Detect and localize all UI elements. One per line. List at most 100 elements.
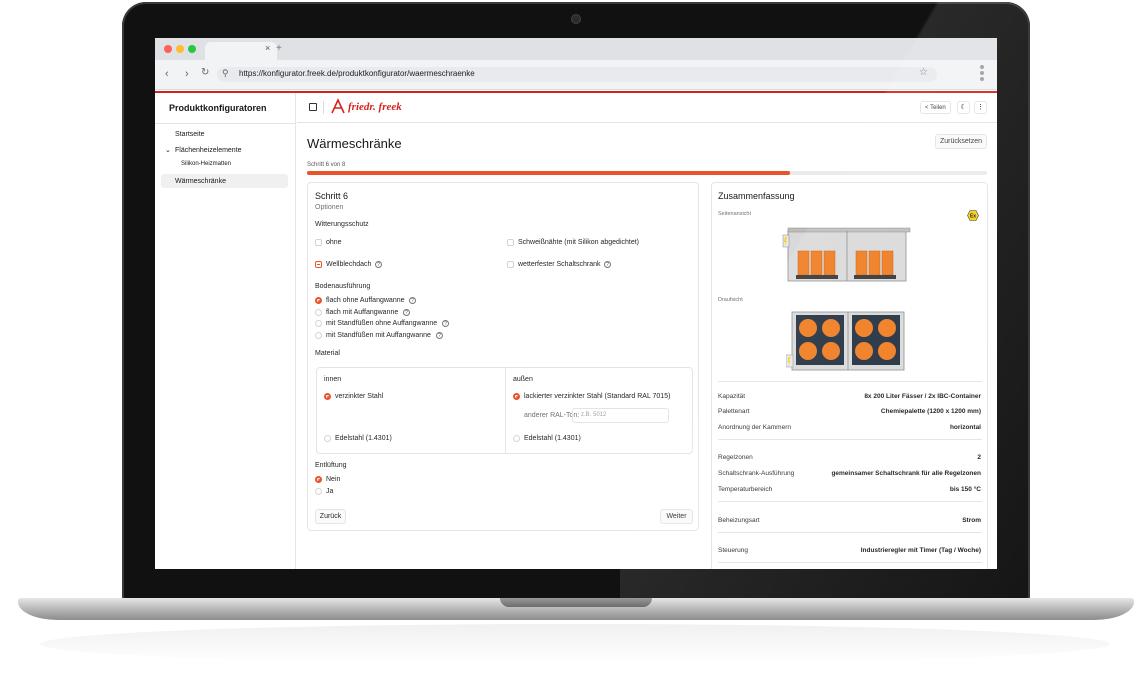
progress-fill <box>307 171 790 175</box>
step-subtitle: Optionen <box>315 204 344 211</box>
reset-button[interactable]: Zurücksetzen <box>935 134 987 149</box>
next-button[interactable]: Weiter <box>660 509 693 524</box>
checkbox-wetterfester-schaltschrank[interactable] <box>507 261 514 268</box>
screen: × + ‹ › ↻ ⚲ https://konfigurator.freek.d… <box>155 38 997 569</box>
summary-label-palettenart: Palettenart <box>718 408 750 415</box>
back-button[interactable]: Zurück <box>315 509 346 524</box>
summary-value-schaltschrank: gemeinsamer Schaltschrank für alle Regel… <box>831 470 981 477</box>
reload-icon[interactable]: ↻ <box>201 67 209 78</box>
summary-value-temperatur: bis 150 °C <box>949 486 981 493</box>
search-icon: ⚲ <box>222 68 229 78</box>
side-view-label: Seitenansicht <box>718 211 752 217</box>
sidebar-item-waermeschraenke[interactable]: Wärmeschränke <box>175 178 226 185</box>
back-arrow-icon[interactable]: ‹ <box>165 68 169 80</box>
inner-option-label: Edelstahl (1.4301) <box>335 435 392 442</box>
logo-text: friedr. freek <box>348 101 402 113</box>
cabinet-top-view <box>786 311 905 371</box>
sidebar-title: Produktkonfiguratoren <box>169 103 267 113</box>
radio-entlueftung-ja[interactable] <box>315 488 322 495</box>
summary-label-temperatur: Temperaturbereich <box>718 486 773 493</box>
help-icon[interactable]: ? <box>442 320 449 327</box>
browser-menu-icon[interactable] <box>980 65 986 83</box>
radio-innen-edelstahl[interactable] <box>324 435 331 442</box>
help-icon[interactable]: ? <box>409 297 416 304</box>
radio-aussen-edelstahl[interactable] <box>513 435 520 442</box>
step-title: Schritt 6 <box>315 191 349 201</box>
tab-close-icon[interactable]: × <box>265 43 270 53</box>
minimize-window-icon[interactable] <box>176 45 184 53</box>
floor-option-label: mit Standfüßen mit Auffangwanne <box>326 332 431 339</box>
floor-option-label: mit Standfüßen ohne Auffangwanne <box>326 320 438 327</box>
sidebar-item-flaechenheizelemente[interactable]: Flächenheizelemente <box>175 147 242 154</box>
summary-label-regelzonen: Regelzonen <box>718 454 753 461</box>
ral-input[interactable]: z.B. 5012 <box>572 408 669 423</box>
dark-mode-toggle[interactable]: ☾ <box>957 101 970 114</box>
ex-badge-text: Ex <box>970 214 976 220</box>
radio-aussen-lackiert[interactable] <box>513 393 520 400</box>
help-icon[interactable]: ? <box>403 309 410 316</box>
forward-arrow-icon[interactable]: › <box>185 68 189 80</box>
new-tab-icon[interactable]: + <box>276 43 282 54</box>
vent-option-label: Ja <box>326 488 334 495</box>
summary-value-kapazitaet: 8x 200 Liter Fässer / 2x IBC-Container <box>864 393 981 400</box>
browser-tabbar: × + <box>155 38 997 60</box>
close-window-icon[interactable] <box>164 45 172 53</box>
stage: × + ‹ › ↻ ⚲ https://konfigurator.freek.d… <box>0 0 1148 677</box>
summary-divider <box>718 562 982 563</box>
vent-section-label: Entlüftung <box>315 462 347 469</box>
checkbox-ohne[interactable] <box>315 239 322 246</box>
share-label: Teilen <box>930 105 946 111</box>
sidebar-item-silikon-heizmatten[interactable]: Silikon-Heizmatten <box>181 161 231 167</box>
floor-option-label: flach ohne Auffangwanne <box>326 297 405 304</box>
floor-section-label: Bodenausführung <box>315 283 371 290</box>
checkbox-wellblechdach[interactable] <box>315 261 322 268</box>
more-menu-button[interactable]: ⋮ <box>974 101 987 114</box>
logo-mark-icon: friedr. freek <box>331 98 402 114</box>
share-button[interactable]: < Teilen <box>920 101 951 114</box>
summary-label-steuerung: Steuerung <box>718 547 748 554</box>
summary-title: Zusammenfassung <box>718 191 795 201</box>
summary-label-kapazitaet: Kapazität <box>718 393 746 400</box>
help-icon[interactable]: ? <box>375 261 382 268</box>
summary-label-schaltschrank: Schaltschrank-Ausführung <box>718 470 795 477</box>
help-icon[interactable]: ? <box>436 332 443 339</box>
radio-flach-mit[interactable] <box>315 309 322 316</box>
summary-divider <box>718 501 982 502</box>
webcam-icon <box>572 15 580 23</box>
summary-divider <box>718 532 982 533</box>
summary-divider <box>718 439 982 440</box>
radio-entlueftung-nein[interactable] <box>315 476 322 483</box>
sidebar-divider <box>155 123 296 124</box>
option-schweissnaehte-label: Schweißnähte (mit Silikon abgedichtet) <box>518 239 640 246</box>
moon-icon: ☾ <box>960 104 967 111</box>
sidebar-item-startseite[interactable]: Startseite <box>175 131 205 138</box>
sidebar-toggle-icon[interactable] <box>309 103 317 111</box>
material-inner-label: innen <box>324 376 342 383</box>
radio-innen-verzinkt[interactable] <box>324 393 331 400</box>
floor-option-label: flach mit Auffangwanne <box>326 309 399 316</box>
radio-standfuesse-mit[interactable] <box>315 332 322 339</box>
radio-flach-ohne[interactable] <box>315 297 322 304</box>
material-divider <box>505 368 506 453</box>
option-ohne-label: ohne <box>326 239 342 246</box>
address-bar-row: ‹ › ↻ ⚲ https://konfigurator.freek.de/pr… <box>155 60 997 90</box>
radio-standfuesse-ohne[interactable] <box>315 320 322 327</box>
bookmark-star-icon[interactable]: ☆ <box>919 67 928 78</box>
sidebar: Produktkonfiguratoren Startseite ⌄ Fläch… <box>155 93 296 569</box>
help-icon[interactable]: ? <box>604 261 611 268</box>
outer-option-label: lackierter verzinkter Stahl (Standard RA… <box>524 393 671 400</box>
top-view-label: Draufsicht <box>718 297 743 303</box>
summary-label-beheizungsart: Beheizungsart <box>718 517 760 524</box>
brand-logo[interactable]: friedr. freek <box>329 98 439 121</box>
url-text[interactable]: https://konfigurator.freek.de/produktkon… <box>239 69 475 78</box>
step-counter: Schritt 6 von 8 <box>307 162 346 168</box>
chevron-down-icon[interactable]: ⌄ <box>165 146 171 154</box>
material-section-label: Material <box>315 350 340 357</box>
summary-value-anordnung: horizontal <box>949 424 981 431</box>
summary-card: Zusammenfassung Seitenansicht Ex Draufsi… <box>711 182 988 569</box>
outer-option-label: Edelstahl (1.4301) <box>524 435 581 442</box>
checkbox-schweissnaehte[interactable] <box>507 239 514 246</box>
material-outer-label: außen <box>513 376 533 383</box>
vent-option-label: Nein <box>326 476 341 483</box>
maximize-window-icon[interactable] <box>188 45 196 53</box>
